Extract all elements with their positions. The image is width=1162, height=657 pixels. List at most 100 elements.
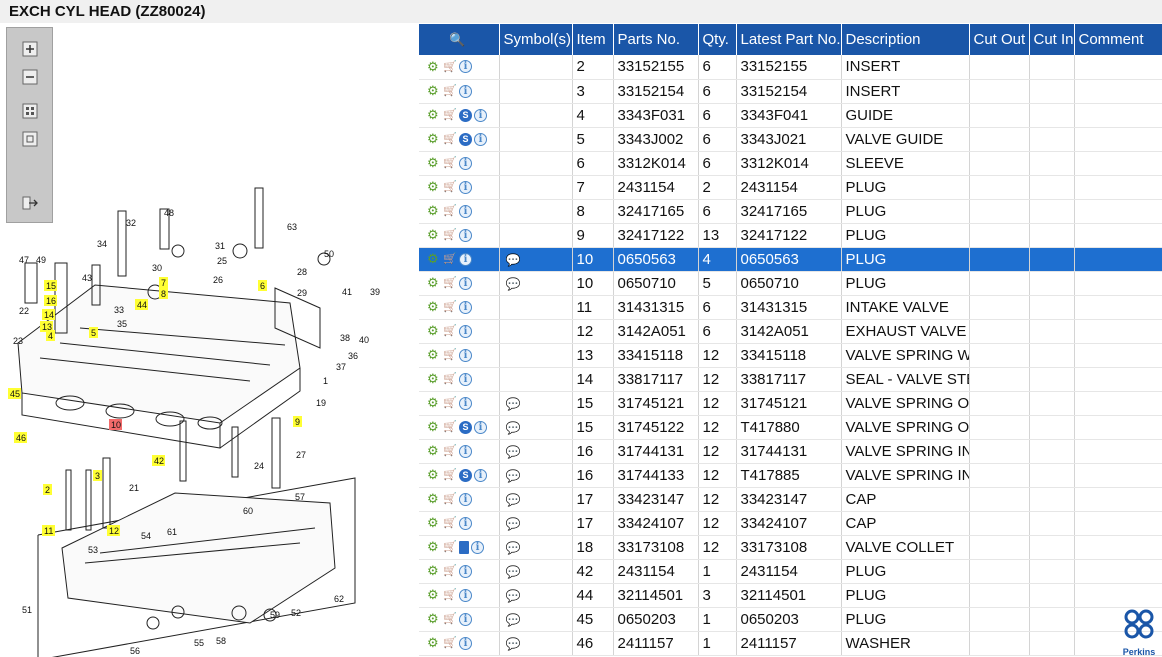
callout-12[interactable]: 12 xyxy=(107,525,120,536)
callout-57[interactable]: 57 xyxy=(295,492,305,502)
note-icon[interactable]: 💬 xyxy=(506,253,521,267)
callout-34[interactable]: 34 xyxy=(97,239,107,249)
callout-44[interactable]: 44 xyxy=(135,299,148,310)
table-row[interactable]: ⚙ 🛒 i 💬 45 0650203 1 0650203 PLUG xyxy=(419,607,1162,632)
cart-icon[interactable]: 🛒 xyxy=(443,636,457,650)
gear-icon[interactable]: ⚙ xyxy=(427,468,441,482)
table-row[interactable]: ⚙ 🛒 i 💬 46 2411157 1 2411157 WASHER xyxy=(419,631,1162,656)
cart-icon[interactable]: 🛒 xyxy=(443,132,457,146)
callout-39[interactable]: 39 xyxy=(370,287,380,297)
cart-icon[interactable]: 🛒 xyxy=(443,300,457,314)
cart-icon[interactable]: 🛒 xyxy=(443,468,457,482)
gear-icon[interactable]: ⚙ xyxy=(427,420,441,434)
callout-61[interactable]: 61 xyxy=(167,527,177,537)
info-icon[interactable]: i xyxy=(474,108,487,122)
gear-icon[interactable]: ⚙ xyxy=(427,276,441,290)
callout-63[interactable]: 63 xyxy=(287,222,297,232)
callout-53[interactable]: 53 xyxy=(88,545,98,555)
diagram-canvas[interactable]: 483231633430252850494743 26629 41 3915 74481… xyxy=(0,23,416,657)
gear-icon[interactable]: ⚙ xyxy=(427,444,441,458)
callout-59[interactable]: 59 xyxy=(270,610,280,620)
info-icon[interactable]: i xyxy=(459,204,472,218)
info-icon[interactable]: i xyxy=(459,84,472,98)
note-icon[interactable]: 💬 xyxy=(506,493,521,507)
note-icon[interactable]: 💬 xyxy=(506,397,521,411)
header-col-1[interactable]: Symbol(s) xyxy=(499,24,573,55)
table-row[interactable]: ⚙ 🛒 i 13 33415118 12 33415118 VALVE SPRING WA xyxy=(419,343,1162,368)
header-col-2[interactable]: Item xyxy=(572,24,614,55)
note-icon[interactable]: 💬 xyxy=(506,637,521,651)
gear-icon[interactable]: ⚙ xyxy=(427,324,441,338)
callout-32[interactable]: 32 xyxy=(126,218,136,228)
gear-icon[interactable]: ⚙ xyxy=(427,132,441,146)
header-col-8[interactable]: Cut In xyxy=(1029,24,1075,55)
cart-icon[interactable]: 🛒 xyxy=(443,348,457,362)
callout-36[interactable]: 36 xyxy=(348,351,358,361)
info-icon[interactable]: i xyxy=(459,276,472,290)
table-row[interactable]: ⚙ 🛒 i 💬 18 33173108 12 33173108 VALVE COLLET xyxy=(419,535,1162,560)
export-button[interactable] xyxy=(19,192,41,214)
callout-31[interactable]: 31 xyxy=(215,241,225,251)
callout-30[interactable]: 30 xyxy=(152,263,162,273)
gear-icon[interactable]: ⚙ xyxy=(427,564,441,578)
note-icon[interactable]: 💬 xyxy=(506,565,521,579)
info-icon[interactable]: i xyxy=(471,540,484,554)
table-row[interactable]: ⚙ 🛒 i 3 33152154 6 33152154 INSERT xyxy=(419,79,1162,104)
gear-icon[interactable]: ⚙ xyxy=(427,492,441,506)
gear-icon[interactable]: ⚙ xyxy=(427,252,441,266)
fit-page-button[interactable] xyxy=(19,128,41,150)
callout-43[interactable]: 43 xyxy=(82,273,92,283)
cart-icon[interactable]: 🛒 xyxy=(443,444,457,458)
header-col-3[interactable]: Parts No. xyxy=(613,24,699,55)
info-icon[interactable]: i xyxy=(459,564,472,578)
callout-1[interactable]: 1 xyxy=(323,376,328,386)
gear-icon[interactable]: ⚙ xyxy=(427,372,441,386)
table-row[interactable]: ⚙ 🛒 Si 💬 15 31745122 12 T417880 VALVE SPRING OU xyxy=(419,415,1162,440)
table-row[interactable]: ⚙🛒Si 💬 163174413312T417885VALVE SPRING INN xyxy=(419,463,1162,488)
note-icon[interactable]: 💬 xyxy=(506,613,521,627)
gear-icon[interactable]: ⚙ xyxy=(427,348,441,362)
callout-14[interactable]: 14 xyxy=(42,309,55,320)
info-icon[interactable]: i xyxy=(459,324,472,338)
cart-icon[interactable]: 🛒 xyxy=(443,516,457,530)
table-row[interactable]: ⚙ 🛒 i 2 33152155 6 33152155 INSERT xyxy=(419,55,1162,80)
callout-46[interactable]: 46 xyxy=(14,432,27,443)
callout-21[interactable]: 21 xyxy=(129,483,139,493)
note-icon[interactable]: 💬 xyxy=(506,517,521,531)
header-col-7[interactable]: Cut Out xyxy=(969,24,1030,55)
info-icon[interactable]: i xyxy=(459,612,472,626)
info-icon[interactable]: i xyxy=(459,60,472,74)
info-icon[interactable]: i xyxy=(459,372,472,386)
callout-47[interactable]: 47 xyxy=(19,255,29,265)
callout-29[interactable]: 29 xyxy=(297,288,307,298)
callout-60[interactable]: 60 xyxy=(243,506,253,516)
info-icon[interactable]: i xyxy=(459,492,472,506)
cart-icon[interactable]: 🛒 xyxy=(443,204,457,218)
cart-icon[interactable]: 🛒 xyxy=(443,372,457,386)
info-icon[interactable]: i xyxy=(459,396,472,410)
callout-6[interactable]: 6 xyxy=(258,280,267,291)
callout-48[interactable]: 48 xyxy=(164,208,174,218)
table-row[interactable]: ⚙ 🛒 i 💬 17 33424107 12 33424107 CAP xyxy=(419,511,1162,536)
cart-icon[interactable]: 🛒 xyxy=(443,564,457,578)
callout-7[interactable]: 7 xyxy=(159,277,168,288)
supersession-icon[interactable]: S xyxy=(459,468,472,482)
cart-icon[interactable]: 🛒 xyxy=(443,276,457,290)
cart-icon[interactable]: 🛒 xyxy=(443,540,457,554)
callout-9[interactable]: 9 xyxy=(293,416,302,427)
callout-55[interactable]: 55 xyxy=(194,638,204,648)
callout-2[interactable]: 2 xyxy=(43,484,52,495)
callout-5[interactable]: 5 xyxy=(89,327,98,338)
table-row[interactable]: ⚙ 🛒 i 💬 17 33423147 12 33423147 CAP xyxy=(419,487,1162,512)
callout-23[interactable]: 23 xyxy=(13,336,23,346)
gear-icon[interactable]: ⚙ xyxy=(427,204,441,218)
info-icon[interactable]: i xyxy=(474,132,487,146)
callout-40[interactable]: 40 xyxy=(359,335,369,345)
callout-52[interactable]: 52 xyxy=(291,608,301,618)
table-row[interactable]: ⚙ 🛒 i 💬 15 31745121 12 31745121 VALVE SPRING OU xyxy=(419,391,1162,416)
table-row[interactable]: ⚙ 🛒 Si 5 3343J002 6 3343J021 VALVE GUIDE xyxy=(419,127,1162,152)
header-col-5[interactable]: Latest Part No. xyxy=(736,24,842,55)
callout-28[interactable]: 28 xyxy=(297,267,307,277)
callout-11[interactable]: 11 xyxy=(42,525,55,536)
header-col-9[interactable]: Comment xyxy=(1074,24,1162,55)
